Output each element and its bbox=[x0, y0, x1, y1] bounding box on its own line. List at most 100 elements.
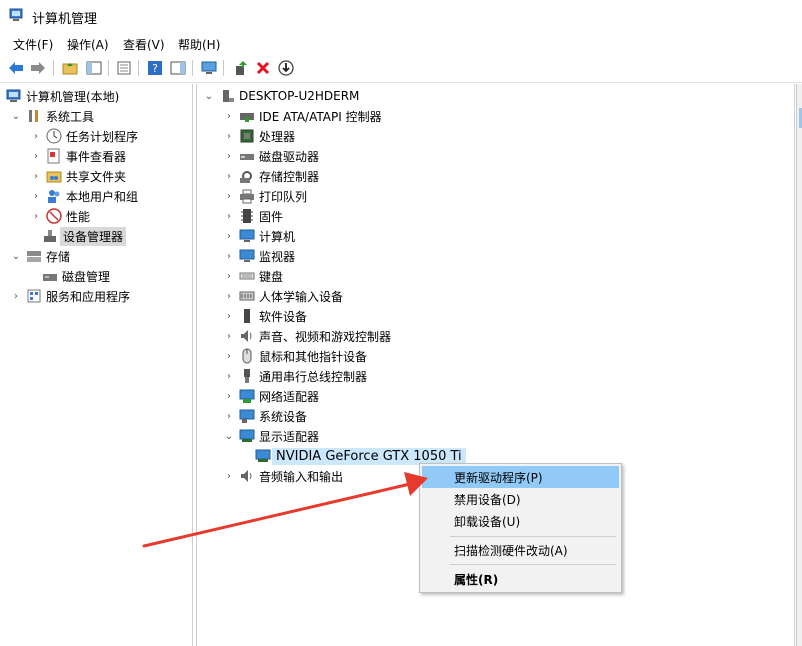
action-pane-icon[interactable] bbox=[168, 58, 188, 78]
chevron-right-icon[interactable]: › bbox=[223, 106, 235, 126]
chevron-right-icon[interactable]: › bbox=[223, 166, 235, 186]
device-category-hid[interactable]: › 人体学输入设备 bbox=[223, 286, 343, 306]
tree-label: IDE ATA/ATAPI 控制器 bbox=[259, 109, 382, 124]
chevron-down-icon[interactable]: ⌄ bbox=[203, 86, 215, 106]
tree-item-storage[interactable]: ⌄ 存储 bbox=[10, 246, 70, 266]
device-category-monitors[interactable]: › 监视器 bbox=[223, 246, 295, 266]
processor-icon bbox=[239, 128, 255, 144]
tree-label: 人体学输入设备 bbox=[259, 289, 344, 304]
device-category-print-queues[interactable]: › 打印队列 bbox=[223, 186, 307, 206]
tree-item-local-users[interactable]: › 本地用户和组 bbox=[30, 186, 138, 206]
menu-scan-hardware[interactable]: 扫描检测硬件改动(A) bbox=[422, 539, 619, 561]
chevron-down-icon[interactable]: ⌄ bbox=[10, 106, 22, 126]
chevron-right-icon[interactable]: › bbox=[30, 146, 42, 166]
tree-label: 计算机 bbox=[259, 229, 296, 244]
tree-item-disk-management[interactable]: 磁盘管理 bbox=[42, 266, 110, 286]
chevron-right-icon[interactable]: › bbox=[223, 146, 235, 166]
forward-arrow-icon[interactable] bbox=[28, 58, 48, 78]
menu-help[interactable]: 帮助(H) bbox=[178, 36, 220, 53]
menu-update-driver[interactable]: 更新驱动程序(P) bbox=[422, 466, 619, 488]
disable-device-icon[interactable] bbox=[276, 58, 296, 78]
device-category-disk-drives[interactable]: › 磁盘驱动器 bbox=[223, 146, 319, 166]
menu-action[interactable]: 操作(A) bbox=[67, 36, 109, 53]
uninstall-icon[interactable] bbox=[253, 58, 273, 78]
device-category-keyboards[interactable]: › 键盘 bbox=[223, 266, 283, 286]
tree-item-shared-folders[interactable]: › 共享文件夹 bbox=[30, 166, 126, 186]
menu-uninstall-device[interactable]: 卸载设备(U) bbox=[422, 510, 619, 532]
chevron-down-icon[interactable]: ⌄ bbox=[223, 426, 235, 446]
device-category-system-devices[interactable]: › 系统设备 bbox=[223, 406, 307, 426]
shared-folder-icon bbox=[46, 168, 62, 184]
svg-text:?: ? bbox=[152, 62, 158, 75]
menu-properties[interactable]: 属性(R) bbox=[422, 568, 619, 590]
chevron-right-icon[interactable]: › bbox=[223, 226, 235, 246]
help-icon[interactable]: ? bbox=[145, 58, 165, 78]
back-arrow-icon[interactable] bbox=[6, 58, 26, 78]
device-category-firmware[interactable]: › 固件 bbox=[223, 206, 283, 226]
device-category-ide[interactable]: › IDE ATA/ATAPI 控制器 bbox=[223, 106, 382, 126]
tree-label: 事件查看器 bbox=[66, 149, 127, 164]
chevron-right-icon[interactable]: › bbox=[30, 126, 42, 146]
device-category-display-adapters[interactable]: ⌄ 显示适配器 bbox=[223, 426, 319, 446]
keyboard-icon bbox=[239, 268, 255, 284]
toolbar: ? bbox=[0, 54, 802, 83]
tree-item-device-manager[interactable]: 设备管理器 bbox=[42, 226, 127, 246]
tree-item-system-tools[interactable]: ⌄ 系统工具 bbox=[10, 106, 94, 126]
system-device-icon bbox=[239, 408, 255, 424]
chevron-right-icon[interactable]: › bbox=[223, 326, 235, 346]
chevron-right-icon[interactable]: › bbox=[30, 206, 42, 226]
chevron-right-icon[interactable]: › bbox=[223, 386, 235, 406]
chevron-right-icon[interactable]: › bbox=[223, 186, 235, 206]
chevron-right-icon[interactable]: › bbox=[30, 186, 42, 206]
device-category-storage-controllers[interactable]: › 存储控制器 bbox=[223, 166, 319, 186]
menu-disable-device[interactable]: 禁用设备(D) bbox=[422, 488, 619, 510]
chevron-right-icon[interactable]: › bbox=[223, 206, 235, 226]
firmware-icon bbox=[239, 208, 255, 224]
device-category-processor[interactable]: › 处理器 bbox=[223, 126, 295, 146]
chevron-right-icon[interactable]: › bbox=[10, 286, 22, 306]
computer-management-icon bbox=[6, 88, 22, 104]
chevron-right-icon[interactable]: › bbox=[223, 306, 235, 326]
storage-controller-icon bbox=[239, 168, 255, 184]
tree-label: 音频输入和输出 bbox=[259, 469, 344, 484]
device-category-mice[interactable]: › 鼠标和其他指针设备 bbox=[223, 346, 367, 366]
update-driver-icon[interactable] bbox=[231, 58, 251, 78]
show-hide-console-tree-icon[interactable] bbox=[84, 58, 104, 78]
disk-drive-icon bbox=[239, 148, 255, 164]
chevron-right-icon[interactable]: › bbox=[30, 166, 42, 186]
tree-root-computer-management[interactable]: 计算机管理(本地) bbox=[6, 86, 119, 106]
tree-item-event-viewer[interactable]: › 事件查看器 bbox=[30, 146, 126, 166]
users-icon bbox=[46, 188, 62, 204]
tree-item-services-apps[interactable]: › 服务和应用程序 bbox=[10, 286, 130, 306]
chevron-right-icon[interactable]: › bbox=[223, 366, 235, 386]
tree-label: 键盘 bbox=[259, 269, 284, 284]
menu-view[interactable]: 查看(V) bbox=[123, 36, 165, 53]
chevron-right-icon[interactable]: › bbox=[223, 466, 235, 486]
device-category-sound-video-game[interactable]: › 声音、视频和游戏控制器 bbox=[223, 326, 391, 346]
tree-label: NVIDIA GeForce GTX 1050 Ti bbox=[272, 447, 466, 465]
device-category-usb[interactable]: › 通用串行总线控制器 bbox=[223, 366, 367, 386]
chevron-right-icon[interactable]: › bbox=[223, 406, 235, 426]
chevron-right-icon[interactable]: › bbox=[223, 126, 235, 146]
device-category-software-devices[interactable]: › 软件设备 bbox=[223, 306, 307, 326]
device-category-audio-io[interactable]: › 音频输入和输出 bbox=[223, 466, 343, 486]
chevron-right-icon[interactable]: › bbox=[223, 246, 235, 266]
chevron-right-icon[interactable]: › bbox=[223, 346, 235, 366]
tree-item-task-scheduler[interactable]: › 任务计划程序 bbox=[30, 126, 138, 146]
menu-file[interactable]: 文件(F) bbox=[13, 36, 53, 53]
properties-icon[interactable] bbox=[114, 58, 134, 78]
hid-icon bbox=[239, 288, 255, 304]
monitor-icon[interactable] bbox=[199, 58, 219, 78]
disk-icon bbox=[42, 268, 58, 284]
chevron-right-icon[interactable]: › bbox=[223, 266, 235, 286]
up-folder-icon[interactable] bbox=[60, 58, 80, 78]
tree-item-performance[interactable]: › 性能 bbox=[30, 206, 90, 226]
monitor-icon bbox=[239, 248, 255, 264]
device-category-computer[interactable]: › 计算机 bbox=[223, 226, 295, 246]
chevron-right-icon[interactable]: › bbox=[223, 286, 235, 306]
device-category-network-adapters[interactable]: › 网络适配器 bbox=[223, 386, 319, 406]
console-tree-pane: 计算机管理(本地) ⌄ 系统工具 › 任务计划程序 › 事件查看器 › 共享文件… bbox=[0, 84, 193, 646]
device-tree-root[interactable]: ⌄ DESKTOP-U2HDERM bbox=[203, 86, 360, 106]
chevron-down-icon[interactable]: ⌄ bbox=[10, 246, 22, 266]
tree-label: 监视器 bbox=[259, 249, 296, 264]
